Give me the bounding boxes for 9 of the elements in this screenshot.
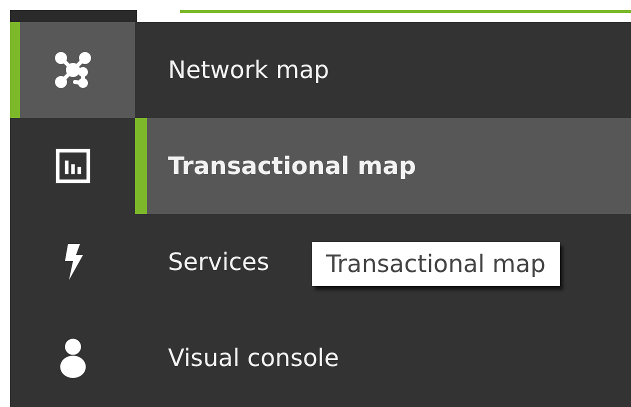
menu-item[interactable]: Transactional map	[135, 118, 631, 214]
chart-icon	[54, 148, 90, 184]
menu-icon-button[interactable]	[10, 22, 135, 118]
network-icon	[52, 50, 92, 90]
tooltip: Transactional map	[312, 242, 560, 286]
menu-item[interactable]: Visual console	[135, 310, 631, 406]
lightning-icon	[62, 244, 82, 280]
menu-item[interactable]: Services Transactional map	[135, 214, 631, 310]
menu-item[interactable]: Network map	[135, 22, 631, 118]
